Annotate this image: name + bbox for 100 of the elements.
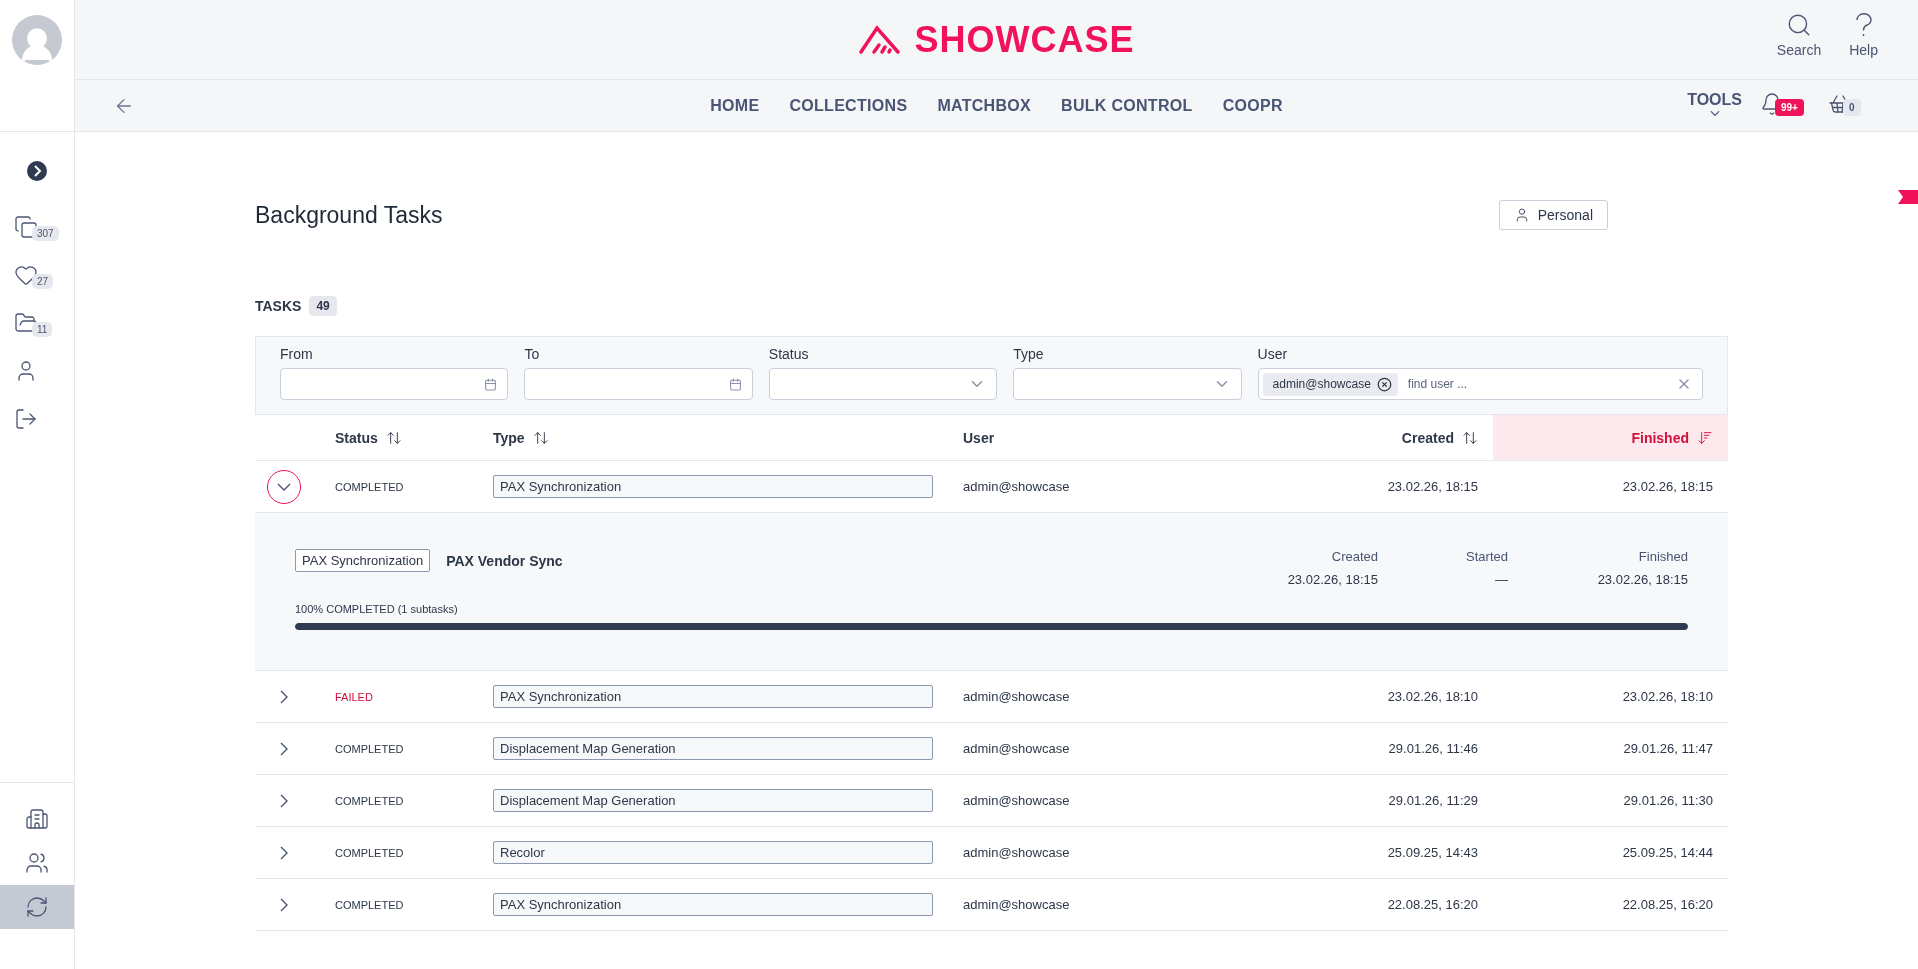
time-value: — bbox=[1494, 572, 1508, 587]
filter-label: To bbox=[524, 346, 541, 362]
sidebar-item[interactable]: 27 bbox=[10, 258, 64, 292]
cart-button[interactable]: 0 bbox=[1828, 91, 1878, 120]
time-label: Started bbox=[1465, 549, 1508, 566]
nav-link[interactable]: MATCHBOX bbox=[937, 96, 1032, 115]
select-field[interactable] bbox=[1013, 368, 1242, 400]
time-value: 23.02.26, 18:15 bbox=[1596, 572, 1688, 587]
type-tag: Displacement Map Generation bbox=[493, 737, 933, 760]
type-tag: PAX Synchronization bbox=[295, 549, 431, 572]
finished-cell-text: 23.02.26, 18:15 bbox=[1621, 479, 1714, 494]
column-header[interactable]: Status bbox=[335, 415, 493, 460]
tools-menu[interactable]: TOOLS bbox=[1687, 90, 1742, 121]
nav-link[interactable]: COLLECTIONS bbox=[789, 96, 908, 115]
user-chip: admin@showcase bbox=[1262, 372, 1398, 396]
column-header[interactable]: Created bbox=[1243, 415, 1493, 460]
filter-label: From bbox=[280, 346, 314, 362]
people-icon bbox=[25, 851, 49, 875]
type-tag: PAX Synchronization bbox=[493, 475, 933, 498]
search-button[interactable]: Search bbox=[1776, 12, 1822, 58]
user-cell-text: admin@showcase bbox=[963, 741, 1071, 756]
filter-label: User bbox=[1257, 346, 1289, 362]
finished-cell-text: 29.01.26, 11:47 bbox=[1622, 741, 1714, 756]
nav-link[interactable]: HOME bbox=[710, 96, 760, 115]
status-text: COMPLETED bbox=[335, 480, 405, 493]
created-cell-text: 22.08.25, 16:20 bbox=[1386, 897, 1479, 912]
user-cell-text: admin@showcase bbox=[963, 479, 1071, 494]
chevron-right-icon bbox=[280, 741, 288, 756]
logo-text: SHOWCASE bbox=[914, 18, 1135, 61]
notifications-button[interactable]: 99+ bbox=[1760, 91, 1810, 120]
sync-icon bbox=[25, 895, 49, 919]
type-tag: Displacement Map Generation bbox=[493, 789, 933, 812]
created-cell-text: 29.01.26, 11:29 bbox=[1387, 793, 1479, 808]
column-header[interactable]: Type bbox=[493, 415, 963, 460]
status-text: COMPLETED bbox=[335, 742, 405, 755]
finished-cell-text: 23.02.26, 18:10 bbox=[1621, 689, 1714, 704]
date-field[interactable] bbox=[524, 368, 753, 400]
created-cell-text: 23.02.26, 18:10 bbox=[1386, 689, 1479, 704]
tasks-label: TASKS bbox=[255, 298, 302, 314]
sidebar-item[interactable] bbox=[0, 885, 74, 929]
type-tag: Recolor bbox=[493, 841, 933, 864]
user-cell-text: admin@showcase bbox=[963, 845, 1071, 860]
user-cell-text: admin@showcase bbox=[963, 793, 1071, 808]
status-text: COMPLETED bbox=[335, 794, 405, 807]
time-value: 23.02.26, 18:15 bbox=[1286, 572, 1378, 587]
heart-icon bbox=[14, 263, 38, 287]
sidebar-item[interactable]: 11 bbox=[10, 306, 64, 340]
filter-label: Type bbox=[1013, 346, 1045, 362]
sort-icon bbox=[532, 429, 549, 446]
user-cell-text: admin@showcase bbox=[963, 689, 1071, 704]
search-icon bbox=[1786, 12, 1812, 38]
status-text: COMPLETED bbox=[335, 898, 405, 911]
column-header[interactable]: Finished bbox=[1493, 415, 1728, 460]
created-cell-text: 25.09.25, 14:43 bbox=[1386, 845, 1479, 860]
date-field[interactable] bbox=[280, 368, 509, 400]
count-badge: 27 bbox=[32, 274, 54, 289]
chevron-down-icon bbox=[277, 482, 291, 491]
select-field[interactable] bbox=[768, 368, 998, 400]
column-header: User bbox=[963, 428, 996, 448]
sort-descending-icon bbox=[1697, 429, 1713, 446]
finished-cell-text: 25.09.25, 14:44 bbox=[1621, 845, 1714, 860]
sort-icon bbox=[1462, 429, 1478, 446]
cart-count: 0 bbox=[1843, 98, 1861, 116]
notification-badge: 99+ bbox=[1775, 98, 1804, 116]
filter-label: Status bbox=[768, 346, 810, 362]
logout-icon bbox=[14, 407, 38, 431]
personal-button[interactable]: Personal bbox=[1498, 200, 1608, 230]
calendar-icon bbox=[484, 377, 498, 391]
finished-cell-text: 22.08.25, 16:20 bbox=[1621, 897, 1714, 912]
ribbon-icon bbox=[1898, 190, 1918, 204]
finished-cell-text: 29.01.26, 11:30 bbox=[1622, 793, 1714, 808]
avatar[interactable] bbox=[12, 15, 62, 65]
count-badge: 307 bbox=[32, 226, 59, 241]
user-search-input[interactable]: find user ... bbox=[1405, 376, 1668, 392]
user-field[interactable]: admin@showcase find user ... bbox=[1257, 368, 1703, 400]
expand-icon[interactable] bbox=[26, 160, 48, 182]
user-cell-text: admin@showcase bbox=[963, 897, 1071, 912]
task-name: PAX Vendor Sync bbox=[446, 553, 564, 569]
created-cell-text: 23.02.26, 18:15 bbox=[1386, 479, 1479, 494]
time-label: Created bbox=[1330, 549, 1378, 566]
time-label: Finished bbox=[1637, 549, 1688, 566]
chevron-right-icon bbox=[280, 689, 288, 704]
chevron-right-icon bbox=[280, 793, 288, 808]
chevron-right-icon bbox=[280, 897, 288, 912]
status-text: FAILED bbox=[335, 690, 374, 703]
sort-icon bbox=[385, 429, 402, 446]
folder-icon bbox=[14, 311, 38, 335]
created-cell-text: 29.01.26, 11:46 bbox=[1387, 741, 1479, 756]
help-button[interactable]: Help bbox=[1849, 12, 1878, 58]
building-icon bbox=[25, 807, 49, 831]
type-tag: PAX Synchronization bbox=[493, 893, 933, 916]
nav-link[interactable]: BULK CONTROL bbox=[1061, 96, 1193, 115]
progress-text: 100% COMPLETED (1 subtasks) bbox=[295, 603, 459, 615]
page-title: Background Tasks bbox=[255, 201, 443, 229]
sidebar-item[interactable]: 307 bbox=[10, 210, 64, 244]
tasks-count: 49 bbox=[309, 296, 337, 316]
status-text: COMPLETED bbox=[335, 846, 405, 859]
count-badge: 11 bbox=[32, 322, 53, 337]
remove-icon[interactable] bbox=[1376, 376, 1392, 392]
nav-link[interactable]: COOPR bbox=[1222, 96, 1283, 115]
